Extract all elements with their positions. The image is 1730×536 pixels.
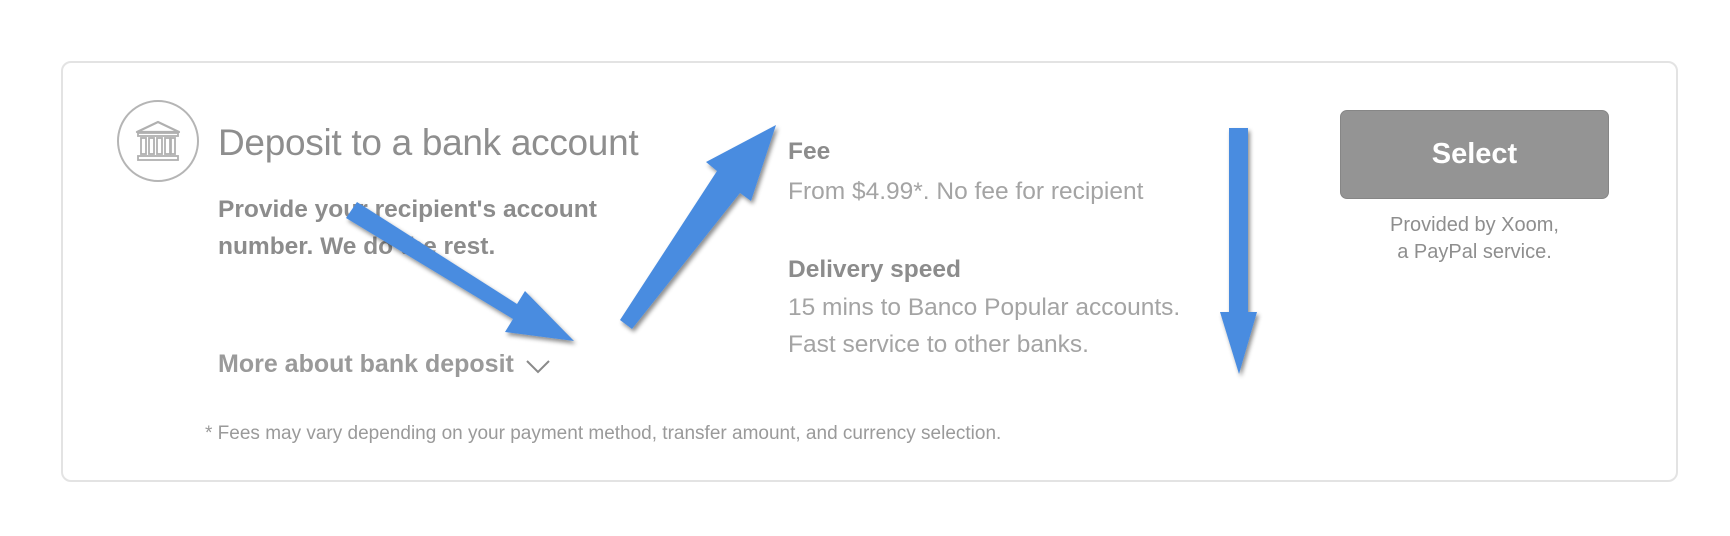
fee-footnote: * Fees may vary depending on your paymen… xyxy=(205,423,1002,444)
fee-heading: Fee xyxy=(788,138,831,165)
more-link-label: More about bank deposit xyxy=(218,350,514,378)
more-about-bank-deposit-link[interactable]: More about bank deposit xyxy=(218,350,550,379)
bank-icon xyxy=(117,100,199,182)
provider-note: Provided by Xoom, a PayPal service. xyxy=(1340,212,1609,266)
provider-line-2: a PayPal service. xyxy=(1397,241,1552,263)
select-button[interactable]: Select xyxy=(1340,110,1609,199)
option-title: Deposit to a bank account xyxy=(218,122,639,163)
delivery-speed-line-1: 15 mins to Banco Popular accounts. xyxy=(788,294,1181,321)
option-subtitle: Provide your recipient's account number.… xyxy=(218,196,597,260)
delivery-speed-line-2: Fast service to other banks. xyxy=(788,331,1089,358)
chevron-down-icon xyxy=(526,359,550,373)
page: Deposit to a bank account Provide your r… xyxy=(0,0,1730,536)
fee-text: From $4.99*. No fee for recipient xyxy=(788,178,1144,205)
delivery-speed-heading: Delivery speed xyxy=(788,256,961,283)
provider-line-1: Provided by Xoom, xyxy=(1390,214,1559,236)
